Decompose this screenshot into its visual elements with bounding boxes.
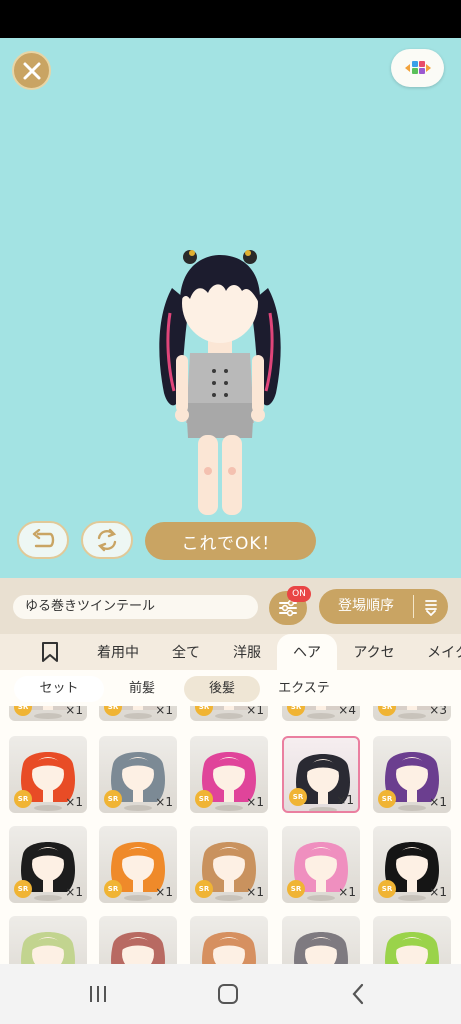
hair-thumbnail: [21, 932, 75, 964]
hair-item-card[interactable]: SR ×1: [282, 826, 360, 903]
tab-hair[interactable]: ヘア: [277, 634, 337, 670]
recent-apps-icon: [90, 986, 106, 1002]
system-nav-bar: [0, 964, 461, 1024]
undo-icon: [32, 529, 55, 548]
hair-thumbnail: [111, 932, 165, 964]
item-count: ×1: [336, 793, 354, 807]
close-button[interactable]: [12, 51, 51, 90]
hair-subtabs: セット 前髪 後髪 エクステ: [0, 670, 461, 706]
sort-divider: [413, 595, 414, 618]
back-button[interactable]: [336, 978, 380, 1010]
item-count: ×1: [65, 885, 83, 899]
item-count: ×1: [429, 885, 447, 899]
tab-accessory[interactable]: アクセ: [342, 634, 406, 670]
rarity-badge: SR: [378, 790, 396, 808]
item-count: ×1: [246, 795, 264, 809]
status-bar: [0, 0, 461, 38]
sort-button[interactable]: 登場順序: [319, 589, 448, 624]
hair-item-card[interactable]: SR ×1: [99, 826, 177, 903]
rarity-badge: SR: [378, 880, 396, 898]
item-count: ×1: [246, 706, 264, 717]
rarity-badge: SR: [287, 880, 305, 898]
hair-item-card[interactable]: SR ×1: [373, 826, 451, 903]
undo-button[interactable]: [17, 521, 69, 559]
hair-item-card[interactable]: SR ×1: [282, 736, 360, 813]
item-name: ゆる巻きツインテール: [13, 595, 258, 619]
rarity-badge: SR: [104, 880, 122, 898]
hair-item-card[interactable]: [9, 916, 87, 964]
rotate-button[interactable]: [81, 521, 133, 559]
hair-thumbnail: [294, 932, 348, 964]
item-count: ×1: [246, 885, 264, 899]
hair-item-card[interactable]: [373, 916, 451, 964]
avatar-figure: [159, 250, 281, 528]
rarity-badge: SR: [195, 790, 213, 808]
rarity-badge: SR: [14, 790, 32, 808]
item-grid: SR ×1 SR ×1 SR ×1 SR ×4 SR ×3 SR ×1 SR ×1 SR ×1 SR ×1 SR ×1…: [0, 706, 461, 964]
avatar-stage: これでOK！: [0, 38, 461, 578]
subtab-extensions[interactable]: エクステ: [266, 676, 342, 702]
hair-item-card[interactable]: SR ×1: [9, 706, 87, 721]
item-count: ×4: [338, 706, 356, 717]
item-count: ×1: [429, 795, 447, 809]
confirm-button[interactable]: これでOK！: [145, 522, 316, 560]
bookmark-icon: [42, 642, 58, 662]
sort-order-icon[interactable]: [417, 589, 445, 624]
hair-item-card[interactable]: SR ×1: [373, 736, 451, 813]
item-count: ×1: [65, 706, 83, 717]
item-count: ×1: [155, 795, 173, 809]
tab-all[interactable]: 全て: [160, 634, 212, 670]
hair-item-card[interactable]: SR ×1: [99, 706, 177, 721]
tab-clothes[interactable]: 洋服: [220, 634, 274, 670]
item-count: ×1: [338, 885, 356, 899]
tab-makeup[interactable]: メイク: [418, 634, 461, 670]
hair-thumbnail: [385, 932, 439, 964]
rotate-icon: [97, 528, 117, 552]
home-icon: [218, 984, 238, 1004]
item-info-bar: ゆる巻きツインテール ON 登場順序: [0, 578, 461, 634]
back-icon: [352, 983, 364, 1005]
color-palette-icon: [404, 61, 431, 74]
tab-bookmark[interactable]: [28, 634, 72, 670]
hair-item-card[interactable]: SR ×1: [9, 736, 87, 813]
rarity-badge: SR: [289, 788, 307, 806]
hair-item-card[interactable]: [99, 916, 177, 964]
hair-item-card[interactable]: SR ×1: [190, 826, 268, 903]
filter-on-badge: ON: [287, 586, 311, 602]
subtab-back-hair[interactable]: 後髪: [184, 676, 260, 702]
hair-thumbnail: [202, 932, 256, 964]
subtab-set[interactable]: セット: [14, 676, 104, 702]
hair-item-card[interactable]: SR ×3: [373, 706, 451, 721]
color-mode-button[interactable]: [391, 49, 444, 87]
home-button[interactable]: [206, 978, 250, 1010]
item-count: ×1: [155, 706, 173, 717]
hair-item-card[interactable]: SR ×1: [190, 736, 268, 813]
hair-item-card[interactable]: SR ×1: [99, 736, 177, 813]
rarity-badge: SR: [14, 880, 32, 898]
sort-label: 登場順序: [338, 598, 394, 614]
item-count: ×1: [65, 795, 83, 809]
hair-item-card[interactable]: [282, 916, 360, 964]
hair-item-card[interactable]: [190, 916, 268, 964]
item-count: ×1: [155, 885, 173, 899]
recent-apps-button[interactable]: [76, 978, 120, 1010]
hair-item-card[interactable]: SR ×4: [282, 706, 360, 721]
close-icon: [23, 62, 40, 79]
rarity-badge: SR: [195, 880, 213, 898]
rarity-badge: SR: [104, 790, 122, 808]
hair-item-card[interactable]: SR ×1: [9, 826, 87, 903]
subtab-bangs[interactable]: 前髪: [108, 676, 176, 702]
hair-item-card[interactable]: SR ×1: [190, 706, 268, 721]
item-count: ×3: [429, 706, 447, 717]
tab-wearing[interactable]: 着用中: [84, 634, 152, 670]
category-tabs: 着用中 全て 洋服 ヘア アクセ メイク: [0, 634, 461, 670]
